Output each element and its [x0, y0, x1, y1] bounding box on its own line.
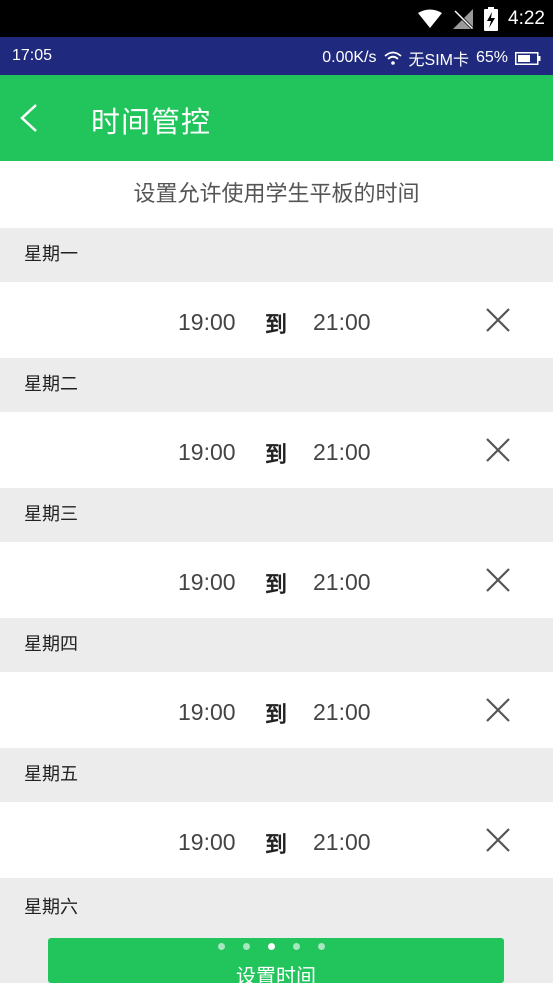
- end-time[interactable]: 21:00: [313, 829, 371, 856]
- close-icon[interactable]: [484, 826, 512, 854]
- system-status-bar: 4:22: [0, 0, 553, 37]
- start-time[interactable]: 19:00: [178, 829, 236, 856]
- page-dot: [318, 943, 325, 950]
- close-icon[interactable]: [484, 566, 512, 594]
- day-header-monday: 星期一: [0, 228, 553, 282]
- day-header-tuesday: 星期二: [0, 358, 553, 412]
- page-dot: [218, 943, 225, 950]
- instruction-text: 设置允许使用学生平板的时间: [0, 161, 553, 228]
- start-time[interactable]: 19:00: [178, 309, 236, 336]
- time-range-row[interactable]: 19:00 到 21:00: [0, 412, 553, 488]
- day-header-friday: 星期五: [0, 748, 553, 802]
- close-icon[interactable]: [484, 436, 512, 464]
- network-speed: 0.00K/s: [322, 49, 377, 66]
- system-clock: 4:22: [508, 8, 545, 29]
- day-header-wednesday: 星期三: [0, 488, 553, 542]
- end-time[interactable]: 21:00: [313, 439, 371, 466]
- status-time: 17:05: [12, 47, 53, 64]
- range-separator: 到: [265, 703, 288, 728]
- range-separator: 到: [265, 833, 288, 858]
- day-header-saturday: 星期六: [0, 878, 553, 926]
- sim-status: 无SIM卡: [408, 52, 469, 69]
- time-range-row[interactable]: 19:00 到 21:00: [0, 802, 553, 878]
- battery-charging-icon: [484, 7, 499, 31]
- page-dot-active: [268, 943, 275, 950]
- status-bar: 17:05 0.00K/s 无SIM卡 65%: [0, 37, 553, 75]
- back-arrow-icon[interactable]: [14, 101, 44, 135]
- end-time[interactable]: 21:00: [313, 309, 371, 336]
- range-separator: 到: [265, 313, 288, 338]
- time-range-row[interactable]: 19:00 到 21:00: [0, 282, 553, 358]
- page-dot: [293, 943, 300, 950]
- app-bar: 时间管控: [0, 75, 553, 161]
- close-icon[interactable]: [484, 696, 512, 724]
- battery-icon: [515, 51, 541, 65]
- no-signal-icon: [453, 9, 474, 30]
- start-time[interactable]: 19:00: [178, 439, 236, 466]
- time-range-row[interactable]: 19:00 到 21:00: [0, 542, 553, 618]
- range-separator: 到: [265, 573, 288, 598]
- page-dot: [243, 943, 250, 950]
- wifi-icon: [418, 9, 443, 28]
- time-range-row[interactable]: 19:00 到 21:00: [0, 672, 553, 748]
- page-title: 时间管控: [91, 105, 212, 139]
- start-time[interactable]: 19:00: [178, 699, 236, 726]
- battery-percent: 65%: [475, 49, 508, 66]
- close-icon[interactable]: [484, 306, 512, 334]
- end-time[interactable]: 21:00: [313, 699, 371, 726]
- range-separator: 到: [265, 443, 288, 468]
- start-time[interactable]: 19:00: [178, 569, 236, 596]
- page-indicator: [218, 943, 338, 953]
- end-time[interactable]: 21:00: [313, 569, 371, 596]
- day-header-thursday: 星期四: [0, 618, 553, 672]
- wifi-icon: [383, 51, 402, 65]
